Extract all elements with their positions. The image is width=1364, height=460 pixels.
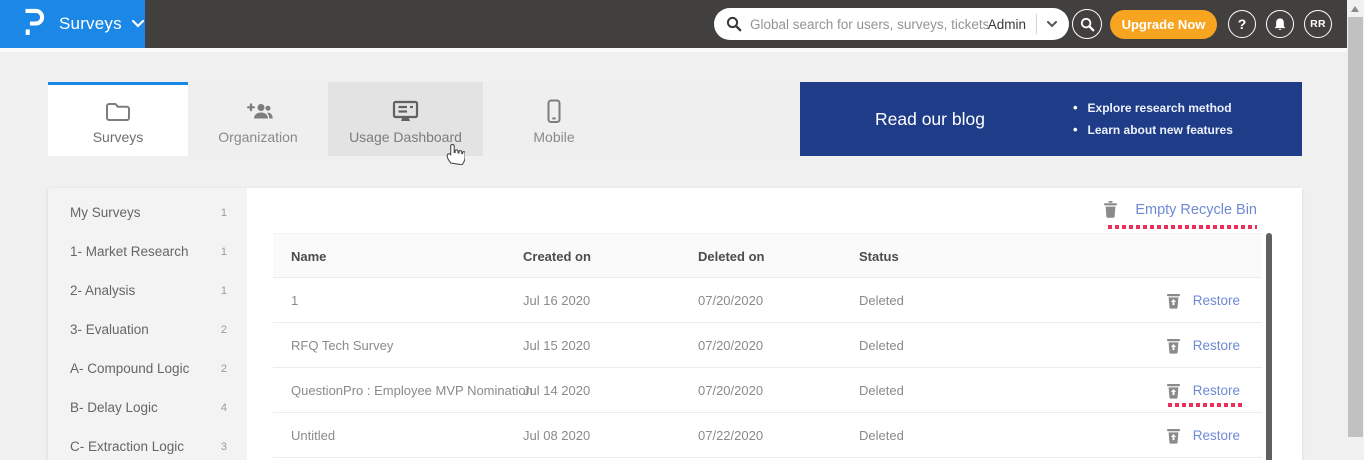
created-date: Jul 15 2020	[523, 323, 590, 368]
content-card: My Surveys 1 1- Market Research 1 2- Ana…	[48, 188, 1302, 460]
scrollbar-thumb[interactable]	[1348, 17, 1363, 437]
created-date: Jul 08 2020	[523, 413, 590, 458]
dashboard-icon	[392, 99, 419, 123]
tab-label: Organization	[218, 129, 297, 145]
tab-label: Surveys	[93, 129, 144, 145]
divider	[1036, 14, 1037, 34]
global-search-input[interactable]	[750, 17, 988, 32]
restore-button[interactable]: Restore	[1166, 323, 1240, 368]
column-header-name: Name	[291, 234, 326, 279]
survey-name: QuestionPro : Employee MVP Nomination	[291, 368, 533, 413]
help-button[interactable]: ?	[1228, 10, 1256, 38]
search-scope-caret-icon[interactable]	[1047, 15, 1057, 33]
banner-bullet: Explore research method	[1073, 97, 1233, 119]
restore-button[interactable]: Restore	[1166, 278, 1240, 323]
survey-name: RFQ Tech Survey	[291, 323, 393, 368]
sidebar-item-market-research[interactable]: 1- Market Research 1	[48, 232, 247, 271]
count-badge: 1	[221, 285, 227, 297]
deleted-date: 07/20/2020	[698, 368, 763, 413]
table-header-row: Name Created on Deleted on Status	[273, 233, 1262, 278]
annotation-underline	[1168, 403, 1244, 407]
empty-recycle-bin-button[interactable]: Empty Recycle Bin	[1103, 201, 1257, 218]
status-text: Deleted	[859, 323, 904, 368]
count-badge: 2	[221, 324, 227, 336]
recycle-bin-table: Name Created on Deleted on Status 1 Jul …	[273, 233, 1262, 458]
folder-icon	[105, 99, 131, 123]
module-name: Surveys	[59, 14, 122, 34]
mobile-icon	[546, 99, 562, 123]
count-badge: 1	[221, 246, 227, 258]
count-badge: 1	[221, 207, 227, 219]
table-row: 1 Jul 16 2020 07/20/2020 Deleted Restore	[273, 278, 1262, 323]
tab-label: Mobile	[533, 129, 574, 145]
add-people-icon	[244, 99, 273, 123]
status-text: Deleted	[859, 413, 904, 458]
sidebar-item-extraction-logic[interactable]: C- Extraction Logic 3	[48, 427, 247, 460]
table-row: QuestionPro : Employee MVP Nomination Ju…	[273, 368, 1262, 413]
created-date: Jul 14 2020	[523, 368, 590, 413]
search-button[interactable]	[1072, 9, 1102, 39]
sidebar-item-my-surveys[interactable]: My Surveys 1	[48, 193, 247, 232]
avatar-initials: RR	[1310, 18, 1326, 30]
tab-surveys[interactable]: Surveys	[48, 82, 188, 156]
trash-icon	[1103, 201, 1118, 218]
tab-usage-dashboard[interactable]: Usage Dashboard	[328, 82, 483, 156]
tab-organization[interactable]: Organization	[188, 82, 328, 156]
table-row: RFQ Tech Survey Jul 15 2020 07/20/2020 D…	[273, 323, 1262, 368]
notifications-button[interactable]	[1266, 10, 1294, 38]
restore-trash-icon	[1166, 428, 1181, 444]
survey-folders-sidebar: My Surveys 1 1- Market Research 1 2- Ana…	[48, 188, 247, 460]
questionpro-logo-icon	[22, 6, 46, 43]
annotation-underline	[1108, 225, 1257, 229]
sidebar-item-analysis[interactable]: 2- Analysis 1	[48, 271, 247, 310]
search-icon	[726, 16, 742, 32]
status-text: Deleted	[859, 278, 904, 323]
restore-button[interactable]: Restore	[1166, 413, 1240, 458]
section-tabs: Surveys Organization	[48, 82, 1302, 156]
chevron-down-icon	[132, 15, 144, 33]
sidebar-item-evaluation[interactable]: 3- Evaluation 2	[48, 310, 247, 349]
app-window: Surveys Admin Upgrade Now ?	[0, 0, 1364, 460]
sidebar-item-delay-logic[interactable]: B- Delay Logic 4	[48, 388, 247, 427]
product-switcher[interactable]: Surveys	[0, 0, 145, 48]
restore-trash-icon	[1166, 338, 1181, 354]
bell-icon	[1273, 17, 1287, 32]
page-scrollbar[interactable]	[1347, 0, 1364, 460]
column-header-status: Status	[859, 234, 899, 279]
column-header-created: Created on	[523, 234, 591, 279]
table-scrollbar[interactable]	[1266, 233, 1272, 460]
banner-bullet: Learn about new features	[1073, 119, 1233, 141]
upgrade-now-button[interactable]: Upgrade Now	[1110, 10, 1217, 39]
deleted-date: 07/22/2020	[698, 413, 763, 458]
banner-title: Read our blog	[875, 109, 985, 130]
avatar[interactable]: RR	[1304, 10, 1332, 38]
deleted-date: 07/20/2020	[698, 323, 763, 368]
sidebar-item-compound-logic[interactable]: A- Compound Logic 2	[48, 349, 247, 388]
top-navbar: Surveys Admin Upgrade Now ?	[0, 0, 1347, 48]
divider	[0, 48, 1347, 52]
column-header-deleted: Deleted on	[698, 234, 764, 279]
recycle-bin-panel: Empty Recycle Bin Name Created on Delete…	[247, 188, 1302, 460]
count-badge: 3	[221, 441, 227, 453]
global-search: Admin	[714, 8, 1069, 40]
status-text: Deleted	[859, 368, 904, 413]
blog-banner[interactable]: Read our blog Explore research method Le…	[800, 82, 1302, 156]
empty-recycle-bin-label: Empty Recycle Bin	[1135, 202, 1257, 218]
created-date: Jul 16 2020	[523, 278, 590, 323]
table-row: Untitled Jul 08 2020 07/22/2020 Deleted …	[273, 413, 1262, 458]
tab-mobile[interactable]: Mobile	[483, 82, 625, 156]
question-mark-icon: ?	[1238, 16, 1247, 32]
search-scope-selector[interactable]: Admin	[988, 17, 1026, 32]
survey-name: Untitled	[291, 413, 335, 458]
restore-trash-icon	[1166, 293, 1181, 309]
count-badge: 4	[221, 402, 227, 414]
survey-name: 1	[291, 278, 298, 323]
deleted-date: 07/20/2020	[698, 278, 763, 323]
restore-trash-icon	[1166, 383, 1181, 399]
scrollbar-up-arrow-icon[interactable]	[1351, 6, 1359, 12]
tab-label: Usage Dashboard	[349, 129, 462, 145]
count-badge: 2	[221, 363, 227, 375]
banner-bullet-list: Explore research method Learn about new …	[1073, 97, 1233, 141]
